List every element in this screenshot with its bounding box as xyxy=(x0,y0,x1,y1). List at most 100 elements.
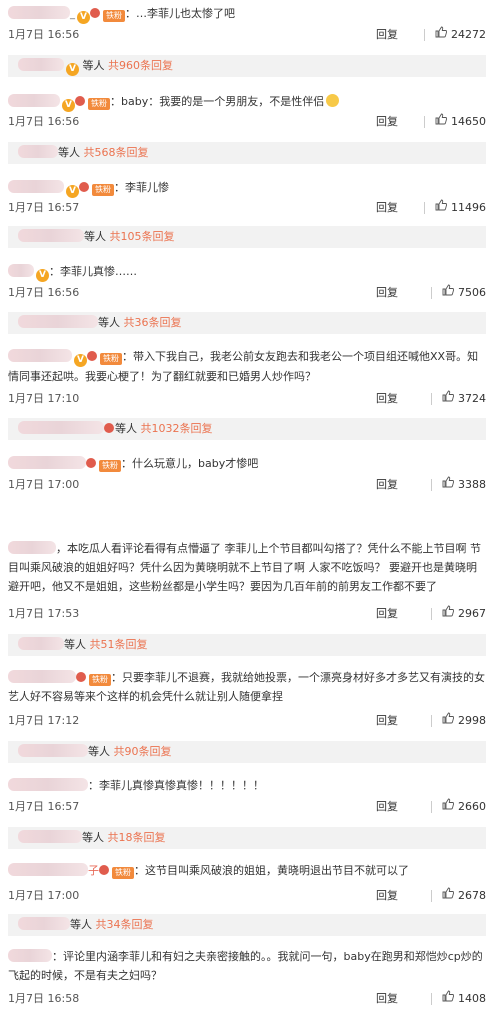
reply-count[interactable]: 共960条回复 xyxy=(108,59,173,72)
blurred-username[interactable] xyxy=(8,778,88,791)
blurred-username[interactable] xyxy=(8,180,64,193)
comment-body: 子铁粉 ：这节目叫乘风破浪的姐姐，黄晓明退出节目不就可以了 xyxy=(8,861,486,880)
reply-button[interactable]: 回复 xyxy=(376,284,398,302)
reply-count[interactable]: 共34条回复 xyxy=(96,918,154,931)
blurred-username[interactable] xyxy=(8,6,70,19)
reply-summary[interactable]: 等人 共568条回复 xyxy=(8,142,486,164)
like-button[interactable]: 2660 xyxy=(431,798,486,816)
comment-meta: 1月7日 16:57 回复 11496 xyxy=(8,199,486,217)
comment-text: …李菲儿也太惨了吧 xyxy=(136,7,235,20)
comment-meta: 1月7日 16:58 回复 1408 xyxy=(8,990,486,1008)
comment-time: 1月7日 16:58 xyxy=(8,992,80,1005)
comment-time: 1月7日 17:10 xyxy=(8,392,80,405)
reply-summary[interactable]: 等人 共18条回复 xyxy=(8,827,486,849)
comment-text: 李菲儿惨 xyxy=(125,181,169,194)
verified-v-icon: V xyxy=(66,63,79,76)
verified-v-icon: V xyxy=(36,269,49,282)
comment-body: V 铁粉 ：李菲儿惨 xyxy=(8,178,486,198)
reply-count[interactable]: 共105条回复 xyxy=(110,230,175,243)
blurred-username[interactable] xyxy=(8,94,60,107)
blurred-username[interactable] xyxy=(8,541,56,554)
reply-summary[interactable]: 等人 共36条回复 xyxy=(8,312,486,334)
verified-v-icon: V xyxy=(74,354,87,367)
reply-button[interactable]: 回复 xyxy=(376,887,398,905)
comment-text: ，本吃瓜人看评论看得有点懵逼了 李菲儿上个节目都叫勾搭了？凭什么不能上节目啊 节… xyxy=(8,542,481,593)
blurred-username[interactable] xyxy=(8,349,72,362)
like-button[interactable]: 2678 xyxy=(431,887,486,905)
reply-summary[interactable]: V 等人 共960条回复 xyxy=(8,55,486,77)
reply-count[interactable]: 共18条回复 xyxy=(108,831,166,844)
fan-badge: 铁粉 xyxy=(99,460,121,472)
blurred-username xyxy=(18,315,98,328)
like-count: 2998 xyxy=(458,714,486,727)
comment-time: 1月7日 16:56 xyxy=(8,286,80,299)
comment-time: 1月7日 17:53 xyxy=(8,607,80,620)
reply-users: 等人 xyxy=(58,146,80,159)
comment-meta: 1月7日 16:56 回复 24272 xyxy=(8,26,486,44)
reply-count[interactable]: 共90条回复 xyxy=(114,745,172,758)
reply-button[interactable]: 回复 xyxy=(376,476,398,494)
blurred-username[interactable] xyxy=(8,670,76,683)
comment-time: 1月7日 16:57 xyxy=(8,201,80,214)
thumbs-up-icon xyxy=(442,887,455,905)
like-button[interactable]: 3724 xyxy=(431,390,486,408)
fan-badge: 铁粉 xyxy=(89,674,111,686)
thumbs-up-icon xyxy=(442,284,455,302)
blurred-username[interactable] xyxy=(8,456,86,469)
reply-button[interactable]: 回复 xyxy=(376,113,398,131)
fan-badge: 铁粉 xyxy=(103,10,125,22)
like-count: 2967 xyxy=(458,607,486,620)
reply-button[interactable]: 回复 xyxy=(376,390,398,408)
grin-emoji-icon xyxy=(326,94,340,107)
comment-text: 李菲儿真惨…… xyxy=(60,265,137,278)
comment-meta: 1月7日 16:57 回复 2660 xyxy=(8,798,486,816)
blurred-username[interactable] xyxy=(8,863,88,876)
reply-button[interactable]: 回复 xyxy=(376,199,398,217)
like-button[interactable]: 2967 xyxy=(431,605,486,623)
reply-count[interactable]: 共36条回复 xyxy=(124,316,182,329)
reply-users: 等人 xyxy=(84,230,106,243)
like-button[interactable]: 24272 xyxy=(424,26,486,44)
reply-users: 等人 xyxy=(98,316,120,329)
fan-icon xyxy=(99,865,109,875)
thumbs-up-icon xyxy=(435,113,448,131)
reply-summary[interactable]: 等人 共105条回复 xyxy=(8,226,486,248)
comment-time: 1月7日 17:00 xyxy=(8,478,80,491)
comments-panel-bottom: ，本吃瓜人看评论看得有点懵逼了 李菲儿上个节目都叫勾搭了？凭什么不能上节目啊 节… xyxy=(0,535,500,1015)
reply-count[interactable]: 共568条回复 xyxy=(84,146,149,159)
reply-count[interactable]: 共1032条回复 xyxy=(141,422,213,435)
comment-body: 铁粉 ：只要李菲儿不退赛，我就给她投票，一个漂亮身材好多才多艺又有演技的女艺人好不… xyxy=(8,670,485,703)
reply-button[interactable]: 回复 xyxy=(376,798,398,816)
comments-panel-top: _ V 铁粉 ：…李菲儿也太惨了吧 1月7日 16:56 回复 24272 V 等人 … xyxy=(0,0,500,500)
fan-icon xyxy=(86,458,96,468)
panel-gap xyxy=(0,500,500,535)
reply-button[interactable]: 回复 xyxy=(376,990,398,1008)
reply-users: 等人 xyxy=(82,831,104,844)
reply-summary[interactable]: 等人 共90条回复 xyxy=(8,741,486,763)
fan-badge: 铁粉 xyxy=(88,98,110,110)
thumbs-up-icon xyxy=(442,390,455,408)
like-button[interactable]: 7506 xyxy=(431,284,486,302)
comment-meta: 1月7日 17:00 回复 2678 xyxy=(8,887,486,905)
reply-button[interactable]: 回复 xyxy=(376,26,398,44)
fan-icon xyxy=(90,8,100,18)
like-button[interactable]: 11496 xyxy=(424,199,486,217)
reply-button[interactable]: 回复 xyxy=(376,605,398,623)
blurred-username[interactable] xyxy=(8,264,34,277)
reply-summary[interactable]: 等人 共34条回复 xyxy=(8,914,486,936)
like-button[interactable]: 14650 xyxy=(424,113,486,131)
reply-button[interactable]: 回复 xyxy=(376,712,398,730)
reply-summary[interactable]: 等人 共51条回复 xyxy=(8,634,486,656)
like-button[interactable]: 2998 xyxy=(431,712,486,730)
reply-count[interactable]: 共51条回复 xyxy=(90,638,148,651)
reply-summary[interactable]: 等人 共1032条回复 xyxy=(8,418,486,440)
comment-time: 1月7日 16:57 xyxy=(8,800,80,813)
blurred-username xyxy=(18,744,88,757)
fan-badge: 铁粉 xyxy=(112,867,134,879)
comment-text: 这节目叫乘风破浪的姐姐，黄晓明退出节目不就可以了 xyxy=(145,864,409,877)
blurred-username[interactable] xyxy=(8,949,52,962)
reply-users: 等人 xyxy=(88,745,110,758)
like-button[interactable]: 3388 xyxy=(431,476,486,494)
like-button[interactable]: 1408 xyxy=(431,990,486,1008)
reply-users: 等人 xyxy=(70,918,92,931)
